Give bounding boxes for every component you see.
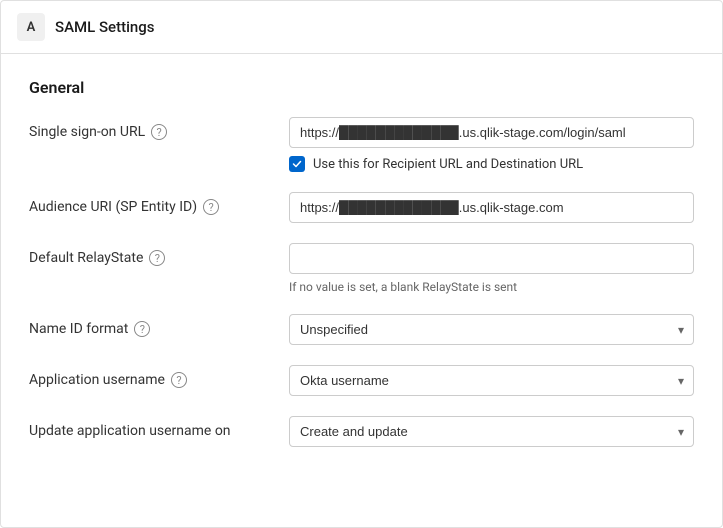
recipient-url-label: Use this for Recipient URL and Destinati… xyxy=(313,157,583,172)
audience-uri-row: Audience URI (SP Entity ID) ? xyxy=(29,192,694,223)
panel-content: General Single sign-on URL ? Use this fo… xyxy=(1,54,722,491)
audience-uri-help-icon[interactable]: ? xyxy=(203,199,219,215)
relay-state-input[interactable] xyxy=(289,243,694,274)
sso-url-input[interactable] xyxy=(289,117,694,148)
relay-state-label: Default RelayState ? xyxy=(29,243,289,266)
recipient-url-checkbox-row: Use this for Recipient URL and Destinati… xyxy=(289,156,694,172)
name-id-format-select[interactable]: Unspecified EmailAddress Persistent Tran… xyxy=(289,314,694,345)
relay-state-row: Default RelayState ? If no value is set,… xyxy=(29,243,694,294)
recipient-url-checkbox[interactable] xyxy=(289,156,305,172)
sso-url-control: Use this for Recipient URL and Destinati… xyxy=(289,117,694,172)
relay-state-help-icon[interactable]: ? xyxy=(149,250,165,266)
sso-url-label: Single sign-on URL ? xyxy=(29,117,289,140)
update-username-select[interactable]: Create and update Create only xyxy=(289,416,694,447)
update-username-label: Update application username on xyxy=(29,416,289,439)
header-icon: A xyxy=(17,13,45,41)
name-id-format-select-wrapper: Unspecified EmailAddress Persistent Tran… xyxy=(289,314,694,345)
app-username-help-icon[interactable]: ? xyxy=(171,372,187,388)
app-username-label: Application username ? xyxy=(29,365,289,388)
name-id-format-row: Name ID format ? Unspecified EmailAddres… xyxy=(29,314,694,345)
panel-header: A SAML Settings xyxy=(1,1,722,54)
name-id-format-control: Unspecified EmailAddress Persistent Tran… xyxy=(289,314,694,345)
section-title: General xyxy=(29,78,694,97)
sso-url-help-icon[interactable]: ? xyxy=(151,124,167,140)
update-username-control: Create and update Create only ▾ xyxy=(289,416,694,447)
app-username-select-wrapper: Okta username Email Custom ▾ xyxy=(289,365,694,396)
relay-state-hint: If no value is set, a blank RelayState i… xyxy=(289,280,694,294)
audience-uri-input[interactable] xyxy=(289,192,694,223)
relay-state-control: If no value is set, a blank RelayState i… xyxy=(289,243,694,294)
audience-uri-control xyxy=(289,192,694,223)
audience-uri-label: Audience URI (SP Entity ID) ? xyxy=(29,192,289,215)
saml-settings-panel: A SAML Settings General Single sign-on U… xyxy=(0,0,723,528)
sso-url-row: Single sign-on URL ? Use this for Recipi… xyxy=(29,117,694,172)
update-username-row: Update application username on Create an… xyxy=(29,416,694,447)
name-id-format-label: Name ID format ? xyxy=(29,314,289,337)
name-id-format-help-icon[interactable]: ? xyxy=(134,321,150,337)
app-username-row: Application username ? Okta username Ema… xyxy=(29,365,694,396)
app-username-control: Okta username Email Custom ▾ xyxy=(289,365,694,396)
update-username-select-wrapper: Create and update Create only ▾ xyxy=(289,416,694,447)
app-username-select[interactable]: Okta username Email Custom xyxy=(289,365,694,396)
panel-title: SAML Settings xyxy=(55,18,154,36)
